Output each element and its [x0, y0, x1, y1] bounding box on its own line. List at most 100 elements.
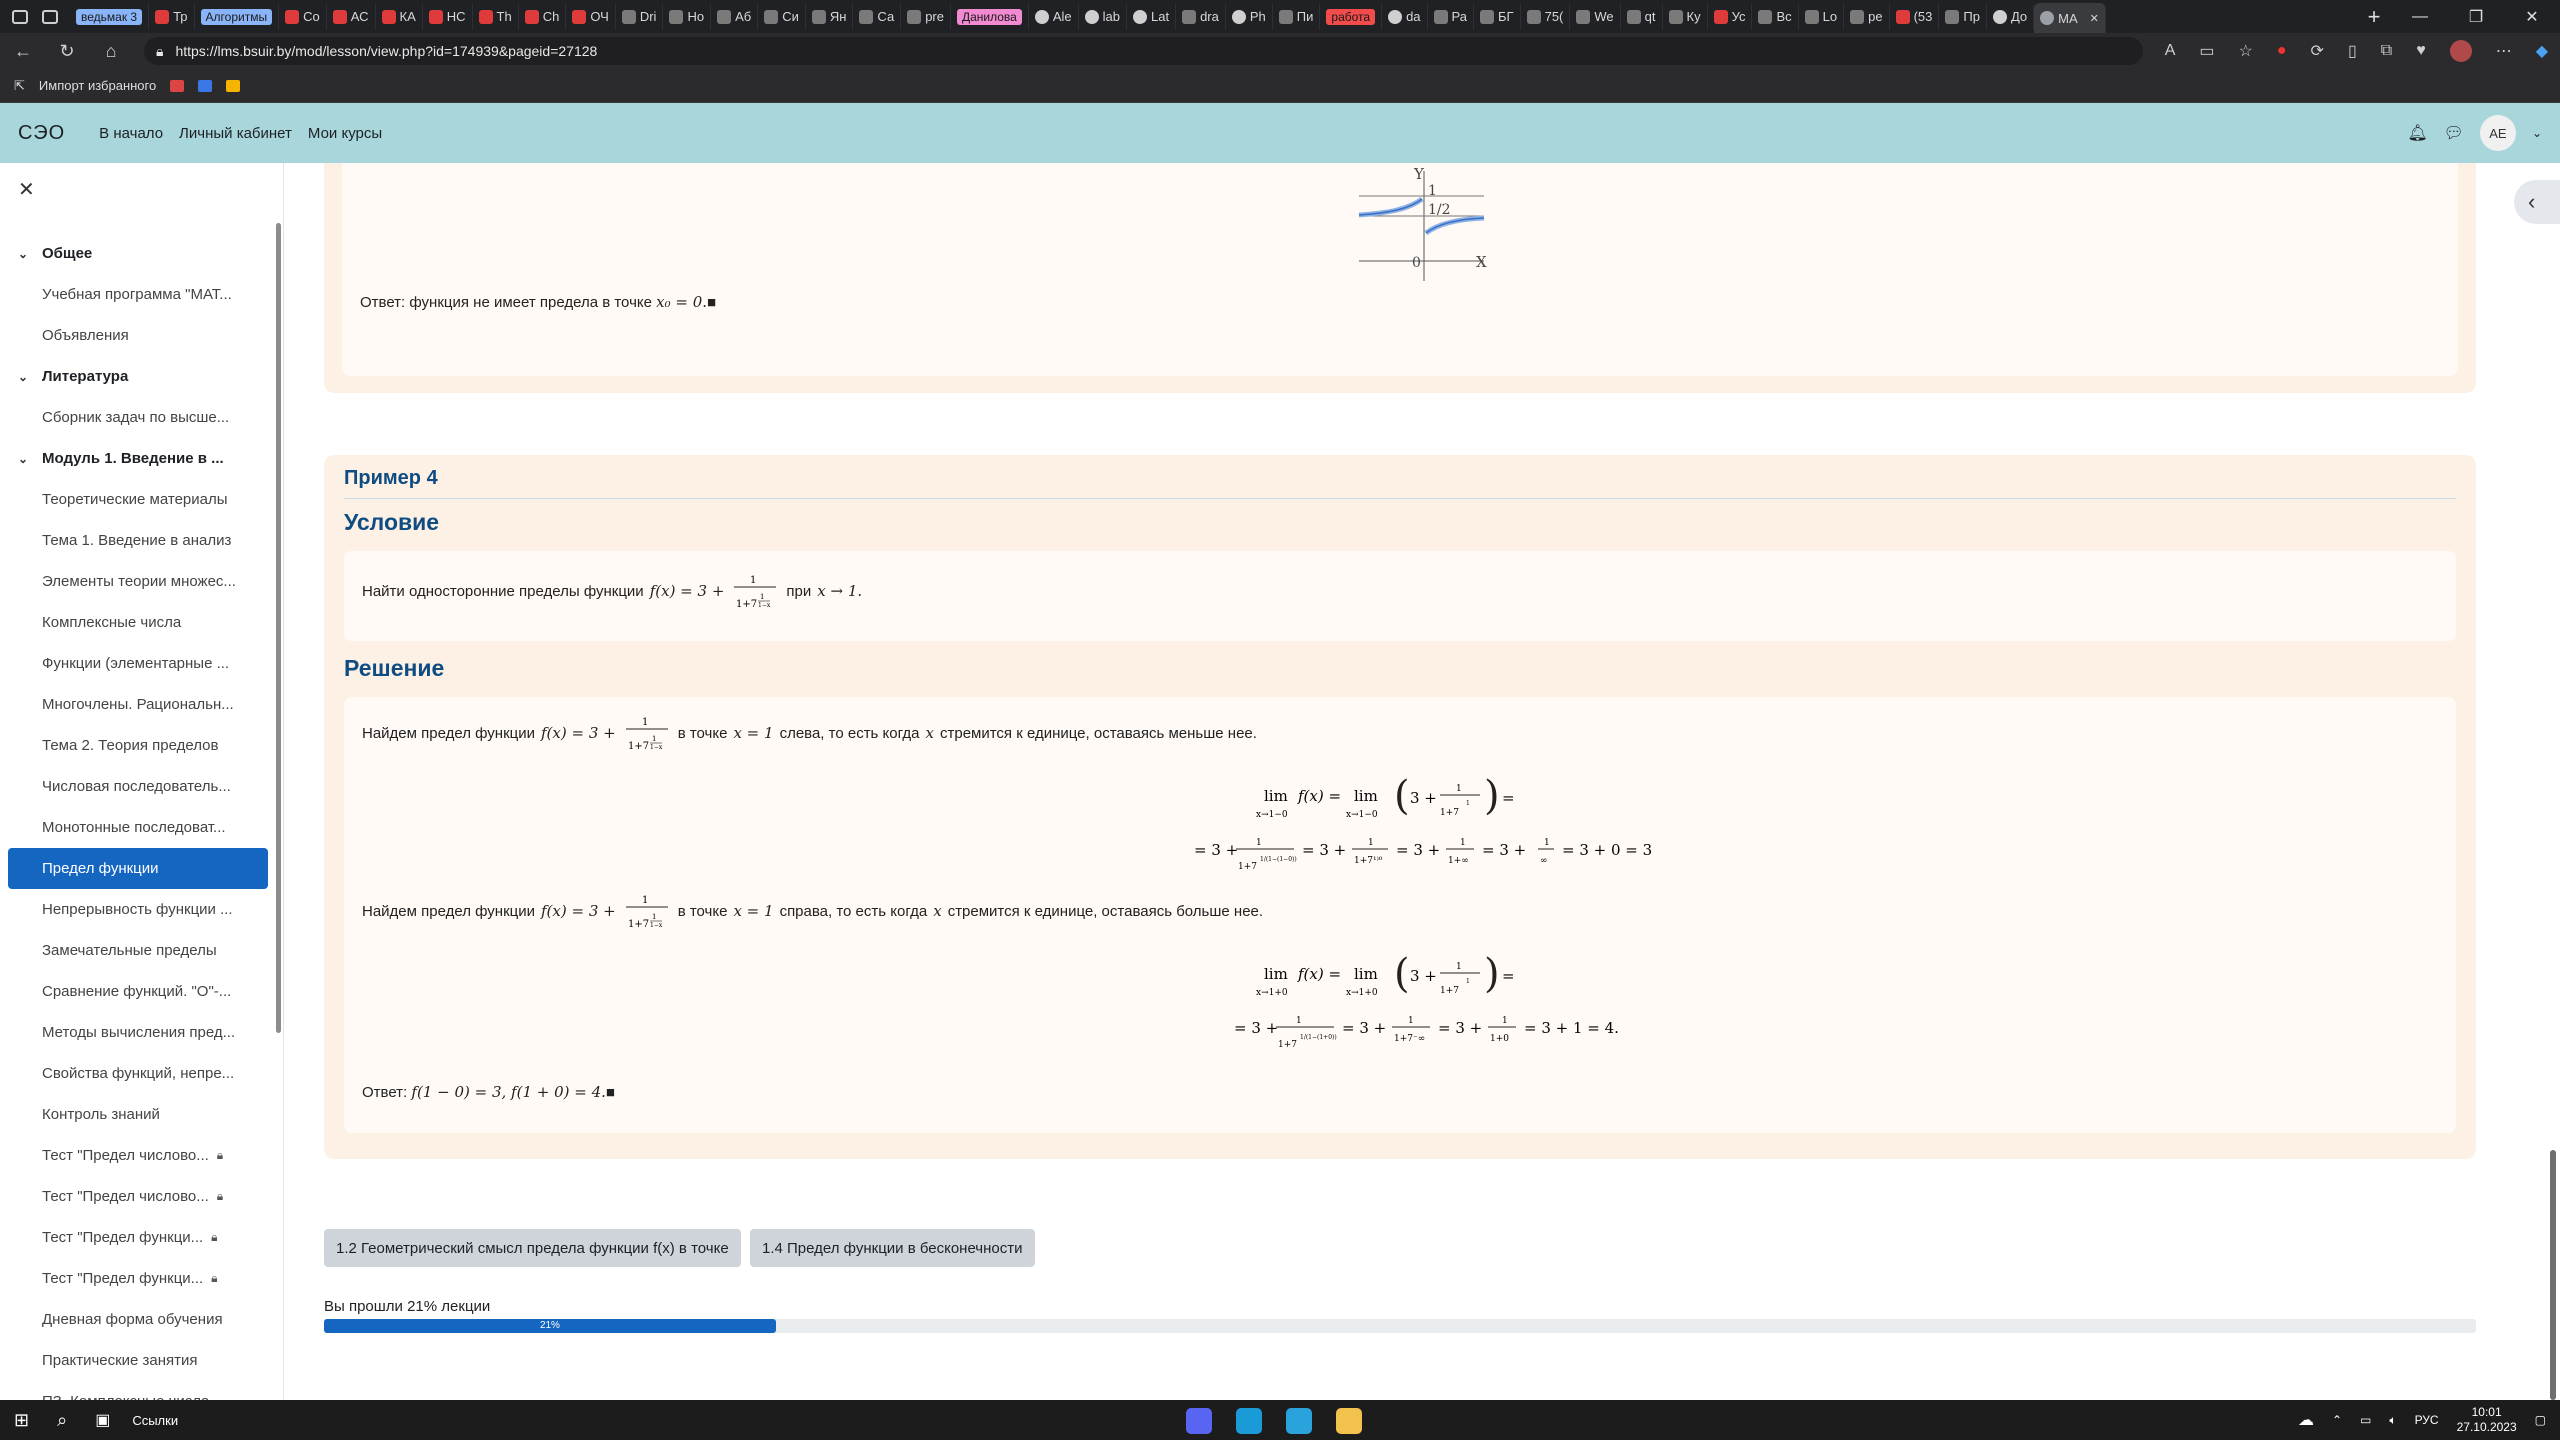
course-activity[interactable]: Многочлены. Рациональн...	[0, 684, 276, 725]
course-activity[interactable]: Практические занятия	[0, 1340, 276, 1381]
course-activity[interactable]: Монотонные последоват...	[0, 807, 276, 848]
site-logo[interactable]: СЭО	[18, 122, 65, 145]
minimize-icon[interactable]: —	[2392, 0, 2448, 33]
course-activity[interactable]: Тест "Предел функци... 🔒︎	[0, 1217, 276, 1258]
course-activity[interactable]: Методы вычисления пред...	[0, 1012, 276, 1053]
browser-tab[interactable]: Ph	[1226, 3, 1273, 30]
drawer-scrollbar[interactable]	[276, 223, 281, 1033]
back-icon[interactable]: ←	[12, 41, 34, 62]
chevron-down-icon[interactable]: ⌄	[18, 452, 42, 466]
chevron-down-icon[interactable]: ⌄	[18, 370, 42, 384]
browser-tab[interactable]: Dri	[616, 3, 664, 30]
course-activity[interactable]: Замечательные пределы	[0, 930, 276, 971]
notifications-bell-icon[interactable]: 🔔︎	[2407, 123, 2427, 143]
new-tab-button[interactable]: +	[2356, 4, 2392, 30]
course-activity[interactable]: Сборник задач по высше...	[0, 397, 276, 438]
user-avatar[interactable]: AE	[2479, 115, 2516, 151]
browser-tab[interactable]: Вс	[1752, 3, 1799, 30]
browser-tab[interactable]: pre	[901, 3, 951, 30]
search-icon[interactable]: ⌕	[57, 1410, 67, 1431]
workspaces-icon[interactable]	[12, 9, 28, 24]
edge-icon[interactable]	[1236, 1408, 1262, 1434]
browser-tab[interactable]: АС	[327, 3, 376, 30]
browser-tab[interactable]: Аб	[711, 3, 759, 30]
browser-tab[interactable]: Тр	[149, 3, 195, 30]
browser-essentials-icon[interactable]: ♥	[2416, 42, 2426, 60]
close-tab-icon[interactable]: ✕	[2090, 12, 2099, 25]
open-block-drawer-icon[interactable]: ‹	[2514, 180, 2560, 224]
volume-icon[interactable]: 🔈︎	[2389, 1413, 2396, 1428]
browser-tab[interactable]: Си	[758, 3, 806, 30]
course-activity[interactable]: Тема 2. Теория пределов	[0, 725, 276, 766]
messages-icon[interactable]: 💬︎	[2444, 123, 2464, 143]
url-field[interactable]: 🔒︎ https://lms.bsuir.by/mod/lesson/view.…	[144, 37, 2143, 65]
extension-icon[interactable]: ●	[2277, 42, 2287, 60]
course-activity[interactable]: Дневная форма обучения	[0, 1299, 276, 1340]
browser-tab[interactable]: Са	[853, 3, 902, 30]
browser-tab[interactable]: ОЧ	[566, 3, 616, 30]
start-icon[interactable]: ⊞	[14, 1410, 29, 1431]
course-activity[interactable]: Объявления	[0, 315, 276, 356]
browser-tab[interactable]: Lat	[1127, 3, 1177, 30]
app-view-icon[interactable]: ▭	[2199, 41, 2214, 61]
course-activity[interactable]: Тест "Предел числово... 🔒︎	[0, 1176, 276, 1217]
collections-icon[interactable]: ⧉	[2381, 42, 2392, 60]
browser-tab[interactable]: qt	[1621, 3, 1663, 30]
close-window-icon[interactable]: ✕	[2504, 0, 2560, 33]
course-activity[interactable]: Тема 1. Введение в анализ	[0, 520, 276, 561]
file-explorer-icon[interactable]	[1336, 1408, 1362, 1434]
nav-home[interactable]: В начало	[99, 125, 163, 142]
course-activity[interactable]: Функции (элементарные ...	[0, 643, 276, 684]
browser-tab[interactable]: Lo	[1799, 3, 1845, 30]
course-activity[interactable]: Тест "Предел числово... 🔒︎	[0, 1135, 276, 1176]
notifications-icon[interactable]: ▢	[2535, 1413, 2546, 1427]
browser-tab[interactable]: Данилова	[951, 3, 1029, 30]
browser-tab[interactable]: Ale	[1029, 3, 1079, 30]
network-icon[interactable]: ▭	[2360, 1413, 2371, 1427]
close-drawer-icon[interactable]: ✕	[18, 177, 35, 202]
browser-tab[interactable]: Ра	[1428, 3, 1475, 30]
course-activity[interactable]: Теоретические материалы	[0, 479, 276, 520]
browser-tab[interactable]: БГ	[1474, 3, 1521, 30]
browser-tab[interactable]: Ус	[1708, 3, 1753, 30]
browser-tab[interactable]: Но	[663, 3, 712, 30]
course-activity[interactable]: Элементы теории множес...	[0, 561, 276, 602]
task-view-icon[interactable]: ▣	[95, 1410, 110, 1430]
refresh-extension-icon[interactable]: ⟳	[2311, 41, 2324, 61]
user-menu-chevron-icon[interactable]: ⌄	[2532, 126, 2542, 140]
course-activity[interactable]: Предел функции	[8, 848, 268, 889]
browser-tab[interactable]: 75(	[1521, 3, 1571, 30]
nav-dashboard[interactable]: Личный кабинет	[179, 125, 292, 142]
import-favorites-icon[interactable]: ⇱	[14, 78, 25, 94]
profile-avatar[interactable]	[2449, 40, 2472, 62]
browser-tab[interactable]: ре	[1844, 3, 1890, 30]
course-section[interactable]: ⌄ Литература	[0, 356, 276, 397]
next-page-button[interactable]: 1.4 Предел функции в бесконечности	[750, 1229, 1035, 1267]
course-activity[interactable]: Числовая последователь...	[0, 766, 276, 807]
home-icon[interactable]: ⌂	[100, 41, 122, 62]
favorite-star-icon[interactable]: ☆	[2239, 41, 2253, 61]
prev-page-button[interactable]: 1.2 Геометрический смысл предела функции…	[324, 1229, 741, 1267]
browser-tab[interactable]: Пи	[1273, 3, 1321, 30]
drive-icon[interactable]	[226, 79, 241, 92]
split-screen-icon[interactable]: ▯	[2348, 41, 2357, 61]
browser-tab[interactable]: Ян	[806, 3, 854, 30]
more-menu-icon[interactable]: ⋯	[2496, 41, 2512, 61]
read-aloud-icon[interactable]: A	[2165, 42, 2176, 60]
course-activity[interactable]: Контроль знаний	[0, 1094, 276, 1135]
course-activity[interactable]: Сравнение функций. "О"-...	[0, 971, 276, 1012]
maximize-icon[interactable]: ❐	[2448, 0, 2504, 33]
tab-actions-icon[interactable]	[42, 9, 58, 24]
taskbar-search-label[interactable]: Ссылки	[132, 1413, 178, 1428]
system-clock[interactable]: 10:01 27.10.2023	[2457, 1405, 2517, 1435]
language-indicator[interactable]: РУС	[2415, 1413, 2439, 1427]
onedrive-icon[interactable]: ☁	[2298, 1410, 2314, 1430]
calendar-icon[interactable]	[198, 79, 213, 92]
copilot-icon[interactable]: ◆	[2536, 41, 2548, 61]
course-section[interactable]: ⌄ Модуль 1. Введение в ...	[0, 438, 276, 479]
course-activity[interactable]: Комплексные числа	[0, 602, 276, 643]
browser-tab[interactable]: lab	[1079, 3, 1127, 30]
browser-tab[interactable]: dra	[1176, 3, 1226, 30]
browser-tab[interactable]: Ch	[519, 3, 567, 30]
course-activity[interactable]: Тест "Предел функци... 🔒︎	[0, 1258, 276, 1299]
